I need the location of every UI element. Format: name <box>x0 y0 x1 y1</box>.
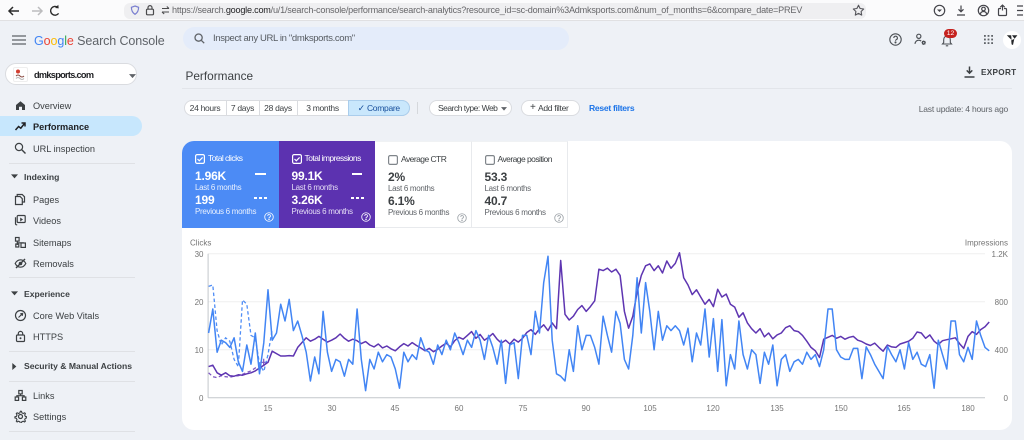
svg-text:45: 45 <box>391 404 400 413</box>
svg-text:10: 10 <box>195 346 204 355</box>
svg-text:Impressions: Impressions <box>965 239 1008 248</box>
svg-text:Clicks: Clicks <box>190 239 211 248</box>
svg-text:20: 20 <box>195 298 204 307</box>
svg-text:30: 30 <box>328 404 337 413</box>
svg-text:165: 165 <box>897 404 911 413</box>
svg-text:120: 120 <box>706 404 720 413</box>
svg-text:180: 180 <box>961 404 975 413</box>
svg-text:150: 150 <box>834 404 848 413</box>
svg-text:135: 135 <box>770 404 784 413</box>
svg-text:30: 30 <box>195 250 204 259</box>
svg-text:800: 800 <box>995 298 1009 307</box>
svg-text:90: 90 <box>582 404 591 413</box>
svg-text:0: 0 <box>199 394 204 403</box>
svg-text:60: 60 <box>455 404 464 413</box>
svg-text:0: 0 <box>1004 394 1009 403</box>
svg-text:400: 400 <box>995 346 1009 355</box>
svg-text:105: 105 <box>643 404 657 413</box>
svg-text:1.2K: 1.2K <box>992 250 1009 259</box>
svg-text:75: 75 <box>519 404 528 413</box>
svg-text:15: 15 <box>264 404 273 413</box>
